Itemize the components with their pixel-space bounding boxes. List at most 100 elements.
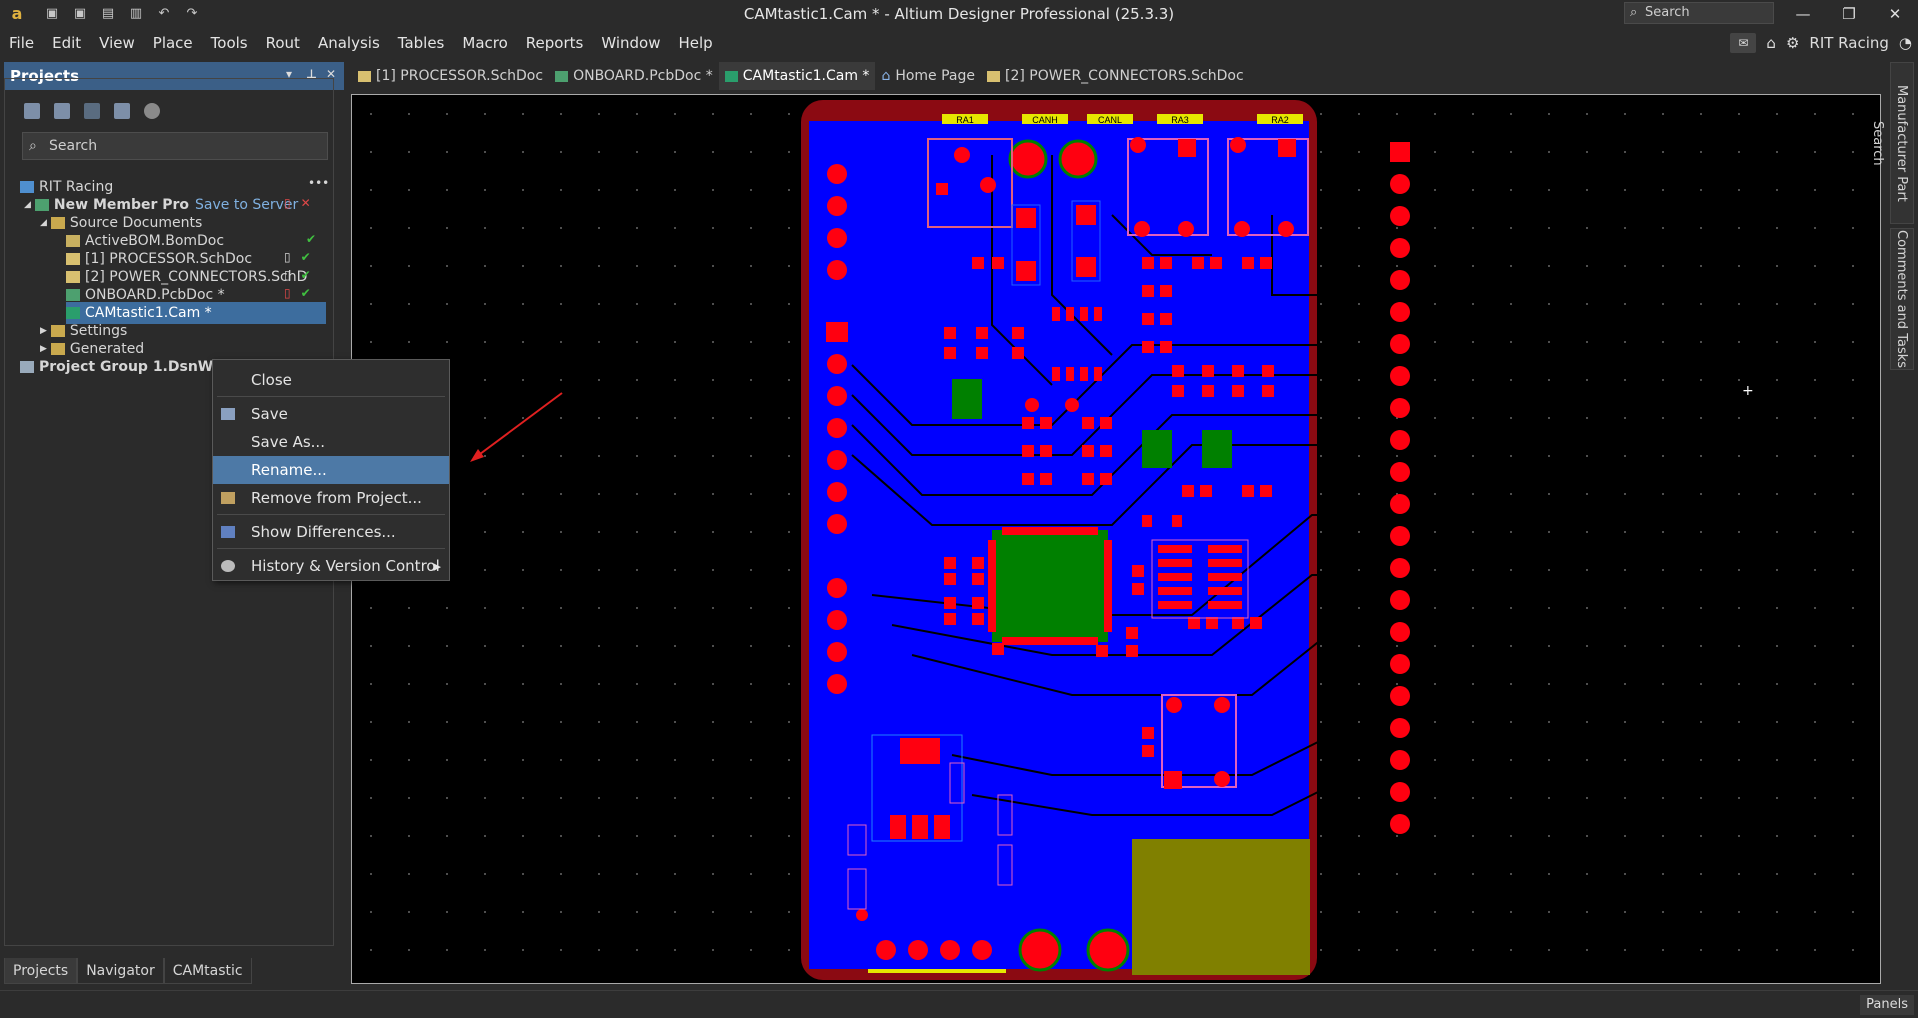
silk-label: CANL bbox=[1098, 115, 1122, 125]
menu-view[interactable]: View bbox=[90, 28, 144, 58]
workspace-account[interactable]: RIT Racing bbox=[1809, 34, 1889, 52]
ctx-history-version-control[interactable]: History & Version Control ▸ bbox=[213, 552, 449, 580]
pad bbox=[1016, 208, 1036, 228]
tab-processor[interactable]: [1] PROCESSOR.SchDoc bbox=[352, 62, 549, 90]
ctx-remove-from-project[interactable]: Remove from Project... bbox=[213, 484, 449, 512]
pad bbox=[1076, 205, 1096, 225]
menu-reports[interactable]: Reports bbox=[517, 28, 593, 58]
folder-icon bbox=[50, 217, 65, 229]
pin-icon[interactable]: ⊥ bbox=[306, 67, 317, 81]
pad bbox=[1278, 139, 1296, 157]
home-icon: ⌂ bbox=[881, 68, 891, 84]
pcb-view[interactable]: RA1 CANH CANL RA3 RA2 + bbox=[352, 95, 1882, 985]
menu-help[interactable]: Help bbox=[669, 28, 721, 58]
comments-and-tasks-tab[interactable]: Comments and Tasks bbox=[1890, 228, 1914, 370]
search-icon: ⌕ bbox=[1630, 5, 1638, 20]
ground-fill bbox=[1132, 839, 1310, 975]
tab-power-connectors[interactable]: [2] POWER_CONNECTORS.SchDoc bbox=[981, 62, 1250, 90]
menu-edit[interactable]: Edit bbox=[43, 28, 90, 58]
ctx-history-label: History & Version Control bbox=[251, 557, 440, 575]
mount-pad bbox=[1058, 139, 1098, 179]
check-icon: ✔ bbox=[306, 232, 317, 246]
menu-macro[interactable]: Macro bbox=[453, 28, 516, 58]
tab-navigator[interactable]: Navigator bbox=[77, 958, 164, 984]
gear-icon[interactable]: ⚙ bbox=[1786, 34, 1799, 52]
tab-label: [1] PROCESSOR.SchDoc bbox=[376, 68, 544, 84]
pad bbox=[1214, 771, 1230, 787]
open-folder-icon[interactable] bbox=[84, 103, 100, 119]
tab-onboard[interactable]: ONBOARD.PcbDoc * bbox=[549, 62, 719, 90]
doc-status: ▯ ✔ bbox=[284, 268, 311, 282]
menu-separator bbox=[217, 514, 445, 515]
silk-label: CANH bbox=[1032, 115, 1058, 125]
crosshair-cursor-icon: + bbox=[1742, 383, 1754, 399]
doc-icon: ▯ bbox=[284, 268, 291, 282]
component-body bbox=[952, 379, 982, 419]
home-icon[interactable]: ⌂ bbox=[1766, 34, 1776, 52]
projects-panel-title: Projects bbox=[10, 67, 80, 85]
save-project-icon[interactable] bbox=[24, 103, 40, 119]
ctx-save[interactable]: Save bbox=[213, 400, 449, 428]
undo-icon[interactable]: ↶ bbox=[156, 6, 172, 22]
menu-window[interactable]: Window bbox=[592, 28, 669, 58]
mount-pad bbox=[1018, 928, 1062, 972]
ctx-close[interactable]: Close bbox=[213, 366, 449, 394]
close-window-button[interactable]: ✕ bbox=[1872, 0, 1918, 28]
ctx-save-as[interactable]: Save As... bbox=[213, 428, 449, 456]
minimize-button[interactable]: — bbox=[1780, 0, 1826, 28]
project-options-icon[interactable] bbox=[114, 103, 130, 119]
pad bbox=[1214, 697, 1230, 713]
pad bbox=[1130, 137, 1146, 153]
tab-label: ONBOARD.PcbDoc * bbox=[573, 68, 713, 84]
save-to-server-link[interactable]: Save to Server bbox=[195, 194, 298, 216]
mcu-body bbox=[992, 530, 1108, 642]
global-search-input[interactable]: ⌕ Search bbox=[1624, 2, 1774, 24]
menu-tables[interactable]: Tables bbox=[389, 28, 454, 58]
menu-bar: File Edit View Place Tools Rout Analysis… bbox=[0, 28, 1918, 58]
title-bar: a ▣ ▣ ▤ ▥ ↶ ↷ CAMtastic1.Cam * - Altium … bbox=[0, 0, 1918, 28]
tab-camtastic[interactable]: CAMtastic1.Cam * bbox=[718, 62, 876, 90]
restore-button[interactable]: ❐ bbox=[1826, 0, 1872, 28]
search-placeholder: Search bbox=[1645, 5, 1690, 20]
annotation-arrow bbox=[475, 392, 563, 458]
save-all-projects-icon[interactable] bbox=[54, 103, 70, 119]
panel-menu-icon[interactable]: ▾ bbox=[286, 67, 292, 81]
menu-analysis[interactable]: Analysis bbox=[309, 28, 389, 58]
ctx-show-differences[interactable]: Show Differences... bbox=[213, 518, 449, 546]
menu-tools[interactable]: Tools bbox=[202, 28, 257, 58]
pcb-doc-icon bbox=[66, 289, 80, 301]
menu-separator bbox=[217, 396, 445, 397]
save-all-icon[interactable]: ▣ bbox=[72, 6, 88, 22]
schematic-doc-icon bbox=[987, 70, 1001, 82]
tab-home-page[interactable]: ⌂ Home Page bbox=[875, 62, 981, 90]
cam-doc-icon bbox=[724, 70, 738, 82]
manufacturer-part-search-tab[interactable]: Manufacturer Part Search bbox=[1870, 62, 1914, 224]
tree-project-group[interactable]: Project Group 1.DsnWrk bbox=[20, 356, 229, 378]
collapse-arrow-icon[interactable]: ◢ bbox=[40, 212, 47, 234]
cam-canvas[interactable]: RA1 CANH CANL RA3 RA2 + bbox=[351, 94, 1881, 984]
pad bbox=[1065, 398, 1079, 412]
pad bbox=[1164, 771, 1182, 789]
open-project-icon[interactable]: ▥ bbox=[128, 6, 144, 22]
collapse-arrow-icon[interactable]: ◢ bbox=[24, 194, 31, 216]
user-icon[interactable]: ◔ bbox=[1899, 34, 1912, 52]
schematic-doc-icon bbox=[358, 70, 371, 82]
menu-file[interactable]: File bbox=[0, 28, 43, 58]
check-icon: ✔ bbox=[300, 268, 311, 282]
more-options-icon[interactable]: ••• bbox=[308, 176, 329, 190]
save-icon[interactable]: ▣ bbox=[44, 6, 60, 22]
settings-gear-icon[interactable] bbox=[144, 103, 160, 119]
menu-place[interactable]: Place bbox=[144, 28, 202, 58]
open-icon[interactable]: ▤ bbox=[100, 6, 116, 22]
projects-search-placeholder: Search bbox=[49, 138, 98, 154]
close-panel-icon[interactable]: ✕ bbox=[326, 67, 336, 81]
panels-button[interactable]: Panels bbox=[1860, 995, 1914, 1015]
tab-camtastic[interactable]: CAMtastic bbox=[163, 958, 252, 984]
context-menu: Close Save Save As... Rename... Remove f… bbox=[212, 359, 450, 581]
redo-icon[interactable]: ↷ bbox=[184, 6, 200, 22]
ctx-rename[interactable]: Rename... bbox=[213, 456, 449, 484]
menu-rout[interactable]: Rout bbox=[257, 28, 309, 58]
tab-projects[interactable]: Projects bbox=[4, 958, 78, 984]
notifications-icon[interactable]: ✉ bbox=[1730, 33, 1757, 53]
projects-search-input[interactable]: ⌕ Search bbox=[22, 132, 328, 160]
